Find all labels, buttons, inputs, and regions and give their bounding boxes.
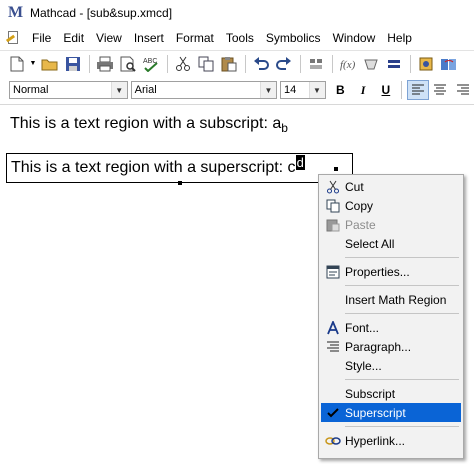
menu-item-insert-math-region[interactable]: Insert Math Region	[321, 290, 461, 309]
menu-item-cut[interactable]: Cut	[321, 177, 461, 196]
region-text: This is a text region with a superscript…	[11, 159, 296, 176]
new-document-icon[interactable]	[6, 53, 28, 75]
menu-separator	[345, 285, 459, 286]
menu-item-style[interactable]: Style...	[321, 356, 461, 375]
clipboard-icon	[321, 215, 345, 234]
bold-button[interactable]: B	[330, 80, 352, 100]
toolbar-divider	[300, 54, 301, 73]
document-icon[interactable]	[5, 31, 20, 45]
font-value: Arial	[134, 84, 157, 96]
toolbar-divider	[89, 54, 90, 73]
menu-item-copy[interactable]: Copy	[321, 196, 461, 215]
resources-icon[interactable]	[438, 53, 460, 75]
properties-icon	[321, 262, 345, 281]
align-center-icon	[434, 84, 447, 95]
menu-item-hyperlink[interactable]: Hyperlink...	[321, 431, 461, 450]
style-select[interactable]: Normal ▼	[9, 81, 128, 99]
title-bar: M Mathcad - [sub&sup.xmcd]	[0, 0, 474, 26]
menu-item-subscript[interactable]: Subscript	[321, 384, 461, 403]
toolbar-divider	[400, 81, 402, 99]
resize-handle-right[interactable]	[334, 167, 338, 171]
font-select[interactable]: Arial ▼	[130, 81, 277, 99]
menu-separator	[345, 313, 459, 314]
align-icon[interactable]	[305, 53, 327, 75]
formatting-toolbar: Normal ▼ Arial ▼ 14 ▼ B I U	[0, 79, 474, 101]
menu-item-paragraph[interactable]: Paragraph...	[321, 337, 461, 356]
resize-handle-bottom[interactable]	[178, 181, 182, 185]
toolbar-divider	[410, 54, 411, 73]
menu-item-paste[interactable]: Paste	[321, 215, 461, 234]
undo-icon[interactable]	[250, 53, 272, 75]
open-folder-icon[interactable]	[39, 53, 61, 75]
toolbar-divider	[167, 54, 168, 73]
menu-format[interactable]: Format	[170, 28, 220, 48]
chevron-down-icon[interactable]: ▼	[260, 82, 276, 98]
toolbar-divider	[332, 54, 333, 73]
region-text: This is a text region with a subscript: …	[10, 115, 282, 132]
menu-separator	[345, 257, 459, 258]
align-left-button[interactable]	[406, 80, 429, 100]
insert-unit-icon[interactable]	[360, 53, 382, 75]
spell-check-icon[interactable]: ABC	[140, 53, 162, 75]
paragraph-icon	[321, 337, 345, 356]
chevron-down-icon[interactable]: ▼	[110, 82, 127, 98]
calculate-icon[interactable]	[383, 53, 405, 75]
window-title: Mathcad - [sub&sup.xmcd]	[30, 6, 173, 20]
align-center-button[interactable]	[430, 80, 452, 100]
font-size-value: 14	[284, 84, 297, 96]
svg-text:f(x): f(x)	[340, 59, 356, 71]
copy-icon	[321, 196, 345, 215]
menu-window[interactable]: Window	[327, 28, 382, 48]
menu-item-properties[interactable]: Properties...	[321, 262, 461, 281]
italic-button[interactable]: I	[352, 80, 374, 100]
underline-button[interactable]: U	[375, 80, 397, 100]
menu-view[interactable]: View	[90, 28, 128, 48]
menu-insert[interactable]: Insert	[128, 28, 170, 48]
menu-help[interactable]: Help	[381, 28, 418, 48]
subscript-text: b	[281, 121, 288, 135]
align-right-icon	[457, 84, 470, 95]
menu-item-select-all[interactable]: Select All	[321, 234, 461, 253]
context-menu: Cut Copy Paste Select All Properties... …	[318, 174, 464, 459]
menu-separator	[345, 426, 459, 427]
menu-item-superscript[interactable]: Superscript	[321, 403, 461, 422]
selected-superscript-text[interactable]: d	[295, 155, 305, 170]
cut-icon[interactable]	[172, 53, 194, 75]
menu-separator	[345, 379, 459, 380]
redo-icon[interactable]	[273, 53, 295, 75]
standard-toolbar: ▼ ABC f(x)	[0, 50, 474, 76]
toolbar-divider	[245, 54, 246, 73]
insert-function-icon[interactable]: f(x)	[337, 53, 359, 75]
mathcad-logo-icon: M	[7, 4, 24, 21]
font-size-select[interactable]: 14 ▼	[280, 81, 326, 99]
component-icon[interactable]	[415, 53, 437, 75]
new-dropdown-icon[interactable]: ▼	[29, 53, 37, 75]
save-icon[interactable]	[62, 53, 84, 75]
hyperlink-icon	[321, 431, 345, 450]
chevron-down-icon[interactable]: ▼	[308, 82, 325, 98]
menu-symbolics[interactable]: Symbolics	[260, 28, 327, 48]
print-preview-icon[interactable]	[117, 53, 139, 75]
menu-tools[interactable]: Tools	[220, 28, 260, 48]
copy-icon[interactable]	[195, 53, 217, 75]
menu-file[interactable]: File	[26, 28, 57, 48]
menu-item-font[interactable]: Font...	[321, 318, 461, 337]
style-value: Normal	[13, 84, 49, 96]
scissors-icon	[321, 177, 345, 196]
align-left-icon	[411, 84, 424, 95]
align-right-button[interactable]	[452, 80, 474, 100]
check-icon	[321, 403, 345, 422]
font-icon	[321, 318, 345, 337]
text-region-superscript[interactable]: This is a text region with a superscript…	[6, 153, 353, 185]
print-icon[interactable]	[94, 53, 116, 75]
text-region-subscript[interactable]: This is a text region with a subscript: …	[10, 115, 288, 135]
menu-edit[interactable]: Edit	[57, 28, 90, 48]
menu-bar: File Edit View Insert Format Tools Symbo…	[0, 28, 474, 48]
paste-icon[interactable]	[218, 53, 240, 75]
